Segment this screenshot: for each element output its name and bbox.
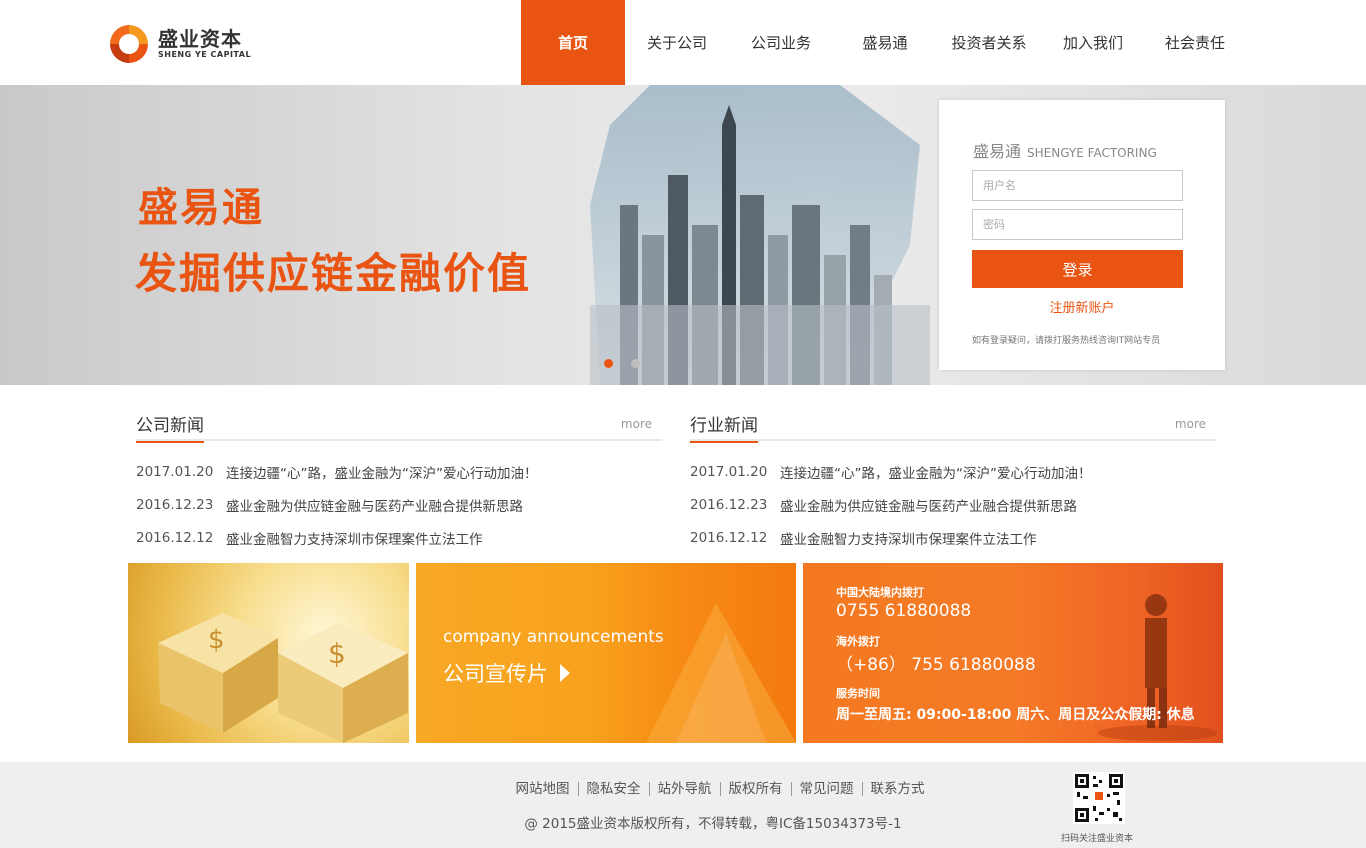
qr-code-icon xyxy=(1073,772,1125,824)
list-item[interactable]: 2016.12.23 盛业金融为供应链金融与医药产业融合提供新思路 xyxy=(690,488,1216,521)
building-graphic-icon xyxy=(646,603,796,743)
login-help-text: 如有登录疑问，请拨打服务热线咨询IT网站专员 xyxy=(972,336,1161,346)
list-item[interactable]: 2016.12.12 盛业金融智力支持深圳市保理案件立法工作 xyxy=(690,521,1216,554)
list-item[interactable]: 2016.12.12 盛业金融智力支持深圳市保理案件立法工作 xyxy=(136,521,662,554)
nav-item-home[interactable]: 首页 xyxy=(521,0,625,85)
play-arrow-icon xyxy=(560,664,570,682)
login-button[interactable]: 登录 xyxy=(972,250,1183,288)
footer-link-privacy[interactable]: 隐私安全 xyxy=(577,782,649,796)
footer-links: 网站地图 隐私安全 站外导航 版权所有 常见问题 联系方式 xyxy=(0,782,1366,796)
city-silhouette-image xyxy=(590,85,930,385)
news-headline[interactable]: 连接边疆“心”路，盛业金融为“深沪”爱心行动加油！ xyxy=(780,462,1091,482)
news-date: 2017.01.20 xyxy=(136,463,214,480)
qr-caption: 扫码关注盛业资本 xyxy=(1061,834,1134,844)
username-input[interactable] xyxy=(972,170,1183,201)
news-headline[interactable]: 盛业金融智力支持深圳市保理案件立法工作 xyxy=(226,528,483,548)
site-footer: 网站地图 隐私安全 站外导航 版权所有 常见问题 联系方式 @ 2015盛业资本… xyxy=(0,762,1366,848)
contact-info-tile: 中国大陆境内拨打 0755 61880088 海外拨打 （+86） 755 61… xyxy=(803,563,1223,743)
news-headline[interactable]: 盛业金融为供应链金融与医药产业融合提供新思路 xyxy=(226,495,523,515)
footer-link-sitemap[interactable]: 网站地图 xyxy=(508,782,578,796)
nav-item-join-us[interactable]: 加入我们 xyxy=(1041,0,1145,85)
announcement-title-cn: 公司宣传片 xyxy=(443,662,548,686)
company-news-list: 2017.01.20 连接边疆“心”路，盛业金融为“深沪”爱心行动加油！ 201… xyxy=(136,455,662,554)
carousel-dots xyxy=(604,359,640,368)
svg-text:$: $ xyxy=(208,625,225,655)
site-logo[interactable]: 盛业资本 SHENG YE CAPITAL xyxy=(106,20,256,68)
company-announcement-tile[interactable]: company announcements 公司宣传片 xyxy=(416,563,796,743)
news-date: 2016.12.12 xyxy=(136,529,214,546)
site-header: 盛业资本 SHENG YE CAPITAL 首页 关于公司 公司业务 盛易通 投… xyxy=(0,0,1366,85)
currency-dice-icon: $ $ xyxy=(158,613,408,743)
banner-title-primary: 盛易通 xyxy=(138,185,264,231)
login-title-en: SHENGYE FACTORING xyxy=(1027,146,1157,160)
overseas-phone-label: 海外拨打 xyxy=(836,635,880,648)
password-input[interactable] xyxy=(972,209,1183,240)
news-headline[interactable]: 盛业金融为供应链金融与医药产业融合提供新思路 xyxy=(780,495,1077,515)
news-date: 2016.12.23 xyxy=(136,496,214,513)
login-panel: 盛易通 SHENGYE FACTORING 登录 注册新账户 如有登录疑问，请拨… xyxy=(939,100,1225,370)
overseas-phone-number[interactable]: （+86） 755 61880088 xyxy=(836,650,1036,675)
footer-link-copyright[interactable]: 版权所有 xyxy=(719,782,791,796)
mainland-phone-label: 中国大陆境内拨打 xyxy=(836,586,924,599)
announcement-title-en: company announcements xyxy=(443,627,664,647)
svg-text:$: $ xyxy=(328,637,346,670)
register-link[interactable]: 注册新账户 xyxy=(939,297,1225,316)
nav-item-shengyitong[interactable]: 盛易通 xyxy=(833,0,937,85)
login-title-cn: 盛易通 xyxy=(973,142,1022,161)
nav-item-investor-relations[interactable]: 投资者关系 xyxy=(937,0,1041,85)
service-hours-value: 周一至周五: 09:00-18:00 周六、周日及公众假期: 休息 xyxy=(836,707,1195,723)
industry-news-list: 2017.01.20 连接边疆“心”路，盛业金融为“深沪”爱心行动加油！ 201… xyxy=(690,455,1216,554)
promo-video-link[interactable]: 公司宣传片 xyxy=(443,658,570,688)
company-news-section: 公司新闻 more 2017.01.20 连接边疆“心”路，盛业金融为“深沪”爱… xyxy=(136,405,662,554)
main-nav: 首页 关于公司 公司业务 盛易通 投资者关系 加入我们 社会责任 xyxy=(521,0,1245,85)
company-news-title: 公司新闻 xyxy=(136,411,204,443)
news-date: 2017.01.20 xyxy=(690,463,768,480)
footer-link-contact[interactable]: 联系方式 xyxy=(861,782,933,796)
nav-item-social-responsibility[interactable]: 社会责任 xyxy=(1145,0,1245,85)
mainland-phone-number[interactable]: 0755 61880088 xyxy=(836,601,971,621)
industry-news-title: 行业新闻 xyxy=(690,411,758,443)
news-headline[interactable]: 盛业金融智力支持深圳市保理案件立法工作 xyxy=(780,528,1037,548)
news-date: 2016.12.12 xyxy=(690,529,768,546)
carousel-dot-1[interactable] xyxy=(604,359,613,368)
logo-name-en: SHENG YE CAPITAL xyxy=(158,50,252,59)
list-item[interactable]: 2017.01.20 连接边疆“心”路，盛业金融为“深沪”爱心行动加油！ xyxy=(136,455,662,488)
footer-link-faq[interactable]: 常见问题 xyxy=(790,782,862,796)
footer-link-external-nav[interactable]: 站外导航 xyxy=(648,782,720,796)
company-news-more-link[interactable]: more xyxy=(621,417,652,431)
service-hours-label: 服务时间 xyxy=(836,687,880,700)
footer-copyright: @ 2015盛业资本版权所有，不得转载，粤IC备15034373号-1 xyxy=(524,816,902,832)
nav-item-business[interactable]: 公司业务 xyxy=(729,0,833,85)
swirl-logo-icon xyxy=(106,21,152,67)
news-date: 2016.12.23 xyxy=(690,496,768,513)
dice-promo-image[interactable]: $ $ xyxy=(128,563,409,743)
list-item[interactable]: 2017.01.20 连接边疆“心”路，盛业金融为“深沪”爱心行动加油！ xyxy=(690,455,1216,488)
industry-news-section: 行业新闻 more 2017.01.20 连接边疆“心”路，盛业金融为“深沪”爱… xyxy=(690,405,1216,554)
industry-news-more-link[interactable]: more xyxy=(1175,417,1206,431)
news-headline[interactable]: 连接边疆“心”路，盛业金融为“深沪”爱心行动加油！ xyxy=(226,462,537,482)
nav-item-about[interactable]: 关于公司 xyxy=(625,0,729,85)
banner-title-secondary: 发掘供应链金融价值 xyxy=(135,249,532,298)
list-item[interactable]: 2016.12.23 盛业金融为供应链金融与医药产业融合提供新思路 xyxy=(136,488,662,521)
carousel-dot-2[interactable] xyxy=(631,359,640,368)
logo-name-cn: 盛业资本 xyxy=(158,27,242,51)
